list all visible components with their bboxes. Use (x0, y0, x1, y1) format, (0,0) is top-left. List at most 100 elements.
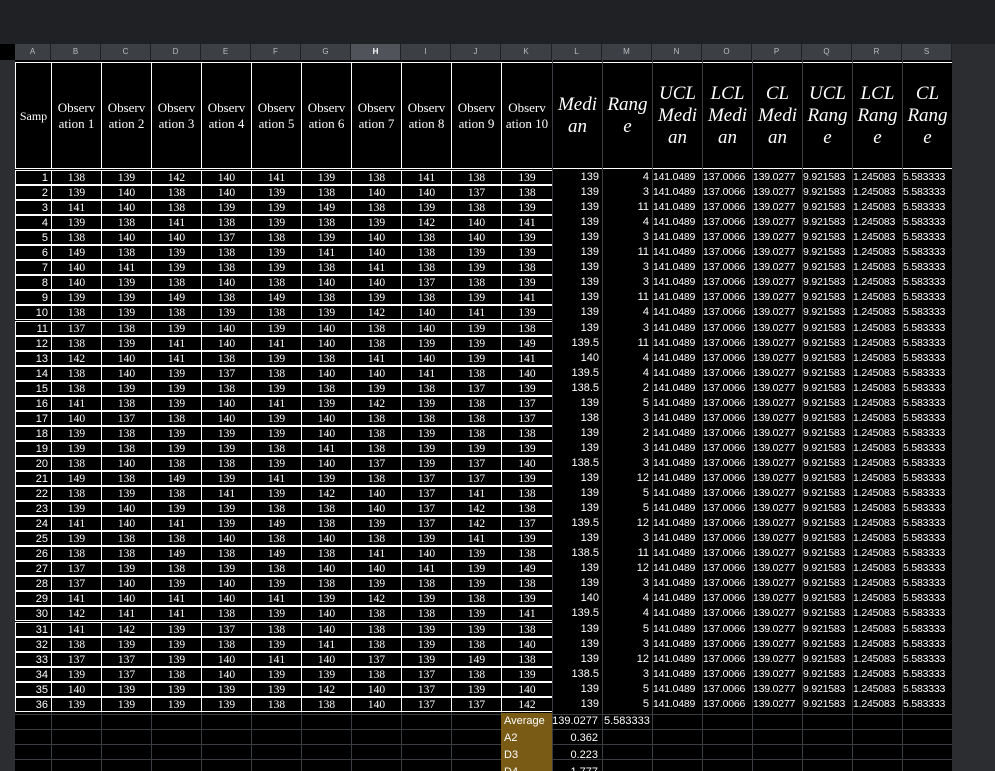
limit-cell-ucl-median[interactable]: 141.0489 (653, 697, 702, 712)
header-observation-1[interactable]: Observ ation 1 (51, 62, 102, 169)
observation-cell[interactable]: 137 (351, 651, 402, 667)
observation-cell[interactable]: 138 (401, 245, 452, 261)
observation-cell[interactable]: 142 (401, 215, 452, 231)
observation-cell[interactable]: 140 (301, 365, 352, 381)
limit-cell-ucl-median[interactable]: 141.0489 (653, 426, 702, 441)
limit-cell-cl-range[interactable]: 5.583333 (903, 637, 952, 652)
observation-cell[interactable]: 138 (351, 531, 402, 547)
limit-cell-lcl-median[interactable]: 137.0066 (703, 351, 752, 366)
observation-cell[interactable]: 140 (501, 365, 553, 381)
observation-cell[interactable]: 139 (501, 666, 553, 682)
observation-cell[interactable]: 138 (51, 170, 102, 185)
observation-cell[interactable]: 139 (451, 621, 502, 637)
sample-number-cell[interactable]: 16 (15, 395, 52, 411)
limit-cell-ucl-range[interactable]: 9.921583 (803, 305, 852, 320)
range-cell[interactable]: 3 (602, 411, 652, 426)
observation-cell[interactable]: 140 (351, 245, 402, 261)
observation-cell[interactable]: 138 (101, 546, 152, 562)
range-cell[interactable]: 3 (602, 667, 652, 682)
header-cl-range[interactable]: CL Rang e (902, 62, 952, 169)
limit-cell-lcl-range[interactable]: 1.245083 (853, 667, 902, 682)
limit-cell-lcl-median[interactable]: 137.0066 (703, 336, 752, 351)
limit-cell-lcl-range[interactable]: 1.245083 (853, 305, 902, 320)
observation-cell[interactable]: 140 (501, 455, 553, 471)
median-cell[interactable]: 139 (552, 652, 602, 667)
observation-cell[interactable]: 139 (251, 185, 302, 201)
observation-cell[interactable]: 140 (201, 591, 252, 607)
limit-cell-lcl-range[interactable]: 1.245083 (853, 456, 902, 471)
sample-number-cell[interactable]: 28 (15, 576, 52, 592)
observation-cell[interactable]: 139 (101, 696, 152, 712)
limit-cell-ucl-median[interactable]: 141.0489 (653, 411, 702, 426)
observation-cell[interactable]: 141 (51, 621, 102, 637)
median-cell[interactable]: 139 (552, 396, 602, 411)
limit-cell-lcl-range[interactable]: 1.245083 (853, 486, 902, 501)
observation-cell[interactable]: 138 (201, 606, 252, 622)
limit-cell-ucl-range[interactable]: 9.921583 (803, 260, 852, 275)
observation-cell[interactable]: 139 (51, 531, 102, 547)
limit-cell-lcl-range[interactable]: 1.245083 (853, 637, 902, 652)
range-cell[interactable]: 4 (602, 366, 652, 381)
column-header-h[interactable]: H (351, 44, 401, 60)
observation-cell[interactable]: 140 (51, 275, 102, 291)
observation-cell[interactable]: 139 (151, 365, 202, 381)
limit-cell-lcl-range[interactable]: 1.245083 (853, 561, 902, 576)
sample-number-cell[interactable]: 31 (15, 621, 52, 637)
observation-cell[interactable]: 139 (151, 245, 202, 261)
observation-cell[interactable]: 139 (501, 531, 553, 547)
observation-cell[interactable]: 140 (301, 561, 352, 577)
observation-cell[interactable]: 137 (201, 365, 252, 381)
limit-cell-ucl-range[interactable]: 9.921583 (803, 531, 852, 546)
observation-cell[interactable]: 138 (451, 410, 502, 426)
observation-cell[interactable]: 138 (201, 546, 252, 562)
observation-cell[interactable]: 141 (251, 170, 302, 185)
observation-cell[interactable]: 141 (301, 636, 352, 652)
limit-cell-cl-median[interactable]: 139.0277 (753, 606, 802, 621)
column-header-d[interactable]: D (151, 44, 201, 60)
observation-cell[interactable]: 139 (101, 636, 152, 652)
header-observation-10[interactable]: Observ ation 10 (501, 62, 553, 169)
column-header-m[interactable]: M (602, 44, 652, 60)
median-cell[interactable]: 140 (552, 591, 602, 606)
limit-cell-cl-range[interactable]: 5.583333 (903, 561, 952, 576)
observation-cell[interactable]: 140 (201, 275, 252, 291)
observation-cell[interactable]: 139 (451, 290, 502, 306)
limit-cell-ucl-range[interactable]: 9.921583 (803, 351, 852, 366)
observation-cell[interactable]: 140 (101, 576, 152, 592)
observation-cell[interactable]: 139 (251, 410, 302, 426)
column-header-g[interactable]: G (301, 44, 351, 60)
observation-cell[interactable]: 139 (201, 561, 252, 577)
sample-number-cell[interactable]: 29 (15, 591, 52, 607)
observation-cell[interactable]: 139 (401, 621, 452, 637)
observation-cell[interactable]: 139 (51, 440, 102, 456)
observation-cell[interactable]: 138 (351, 320, 402, 336)
observation-cell[interactable]: 137 (101, 410, 152, 426)
column-header-f[interactable]: F (251, 44, 301, 60)
observation-cell[interactable]: 138 (51, 305, 102, 321)
sample-number-cell[interactable]: 2 (15, 185, 52, 201)
observation-cell[interactable]: 138 (151, 531, 202, 547)
observation-cell[interactable]: 139 (501, 380, 553, 396)
observation-cell[interactable]: 140 (101, 230, 152, 246)
range-cell[interactable]: 4 (602, 305, 652, 320)
observation-cell[interactable]: 141 (501, 290, 553, 306)
limit-cell-lcl-median[interactable]: 137.0066 (703, 245, 752, 260)
limit-cell-cl-range[interactable]: 5.583333 (903, 606, 952, 621)
observation-cell[interactable]: 139 (251, 260, 302, 276)
limit-cell-cl-median[interactable]: 139.0277 (753, 697, 802, 712)
sample-number-cell[interactable]: 9 (15, 290, 52, 306)
limit-cell-lcl-median[interactable]: 137.0066 (703, 576, 752, 591)
limit-cell-lcl-median[interactable]: 137.0066 (703, 396, 752, 411)
limit-cell-lcl-median[interactable]: 137.0066 (703, 652, 752, 667)
range-cell[interactable]: 4 (602, 591, 652, 606)
column-header-j[interactable]: J (451, 44, 501, 60)
observation-cell[interactable]: 138 (201, 290, 252, 306)
range-cell[interactable]: 5 (602, 622, 652, 637)
median-cell[interactable]: 139 (552, 321, 602, 336)
observation-cell[interactable]: 139 (51, 425, 102, 441)
observation-cell[interactable]: 138 (151, 410, 202, 426)
column-header-k[interactable]: K (501, 44, 552, 60)
limit-cell-lcl-median[interactable]: 137.0066 (703, 170, 752, 185)
median-cell[interactable]: 139 (552, 637, 602, 652)
sample-number-cell[interactable]: 7 (15, 260, 52, 276)
